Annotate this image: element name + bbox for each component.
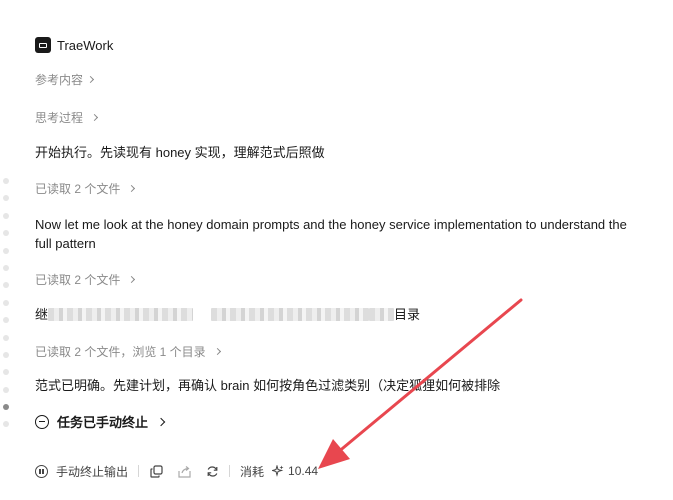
scroll-dot[interactable] bbox=[3, 178, 9, 184]
sparkle-icon bbox=[272, 465, 284, 477]
redacted-text bbox=[211, 308, 370, 321]
toolbar-divider bbox=[138, 465, 140, 477]
trae-logo-icon bbox=[35, 37, 51, 53]
scroll-dot[interactable] bbox=[3, 386, 9, 393]
scroll-dot[interactable] bbox=[3, 212, 9, 219]
scroll-dot[interactable] bbox=[3, 282, 9, 289]
redacted-text bbox=[369, 308, 395, 321]
share-icon[interactable] bbox=[177, 464, 191, 478]
chevron-right-icon bbox=[213, 347, 221, 356]
chevron-right-icon bbox=[128, 184, 136, 193]
assistant-message: Now let me look at the honey domain prom… bbox=[35, 215, 655, 253]
consume-value: 10.44 bbox=[288, 464, 319, 478]
read-files-label: 已读取 2 个文件，浏览 1 个目录 bbox=[35, 345, 206, 359]
reference-toggle[interactable]: 参考内容 bbox=[35, 71, 95, 88]
read-files-toggle[interactable]: 已读取 2 个文件 bbox=[35, 180, 136, 197]
thinking-label: 思考过程 bbox=[35, 111, 84, 125]
scroll-position-indicator[interactable] bbox=[3, 178, 11, 439]
message-line: Now let me look at the honey domain prom… bbox=[35, 217, 627, 232]
scroll-dot[interactable] bbox=[3, 317, 9, 324]
task-stopped-toggle[interactable]: 任务已手动终止 bbox=[35, 412, 166, 431]
thinking-toggle[interactable]: 思考过程 bbox=[35, 109, 99, 126]
stop-output-button[interactable]: 手动终止输出 bbox=[56, 463, 128, 480]
message-toolbar: 手动终止输出 消耗 10.44 bbox=[35, 462, 318, 480]
minus-circle-icon bbox=[35, 414, 49, 429]
message-suffix: 目录 bbox=[394, 307, 421, 322]
pause-icon[interactable] bbox=[35, 464, 48, 478]
assistant-message-redacted: 继 目录 bbox=[35, 305, 420, 324]
task-stopped-label: 任务已手动终止 bbox=[57, 415, 149, 430]
retry-icon[interactable] bbox=[205, 464, 219, 478]
scroll-dot[interactable] bbox=[3, 299, 9, 306]
scroll-dot[interactable] bbox=[3, 264, 9, 271]
copy-icon[interactable] bbox=[149, 464, 163, 478]
read-files-toggle[interactable]: 已读取 2 个文件 bbox=[35, 271, 136, 288]
chevron-right-icon bbox=[156, 417, 166, 426]
chevron-right-icon bbox=[128, 275, 136, 284]
chevron-right-icon bbox=[90, 113, 99, 122]
assistant-message: 范式已明确。先建计划，再确认 brain 如何按角色过滤类别（决定狐狸如何被排除 bbox=[35, 378, 501, 393]
read-files-toggle[interactable]: 已读取 2 个文件，浏览 1 个目录 bbox=[35, 343, 221, 360]
read-files-label: 已读取 2 个文件 bbox=[35, 182, 121, 196]
scroll-dot[interactable] bbox=[3, 351, 9, 358]
scroll-dot[interactable] bbox=[3, 369, 9, 376]
scroll-dot[interactable] bbox=[3, 421, 9, 428]
assistant-message: 开始执行。先读现有 honey 实现，理解范式后照做 bbox=[35, 145, 325, 160]
scroll-dot[interactable] bbox=[3, 195, 9, 202]
consume-label: 消耗 bbox=[240, 464, 265, 479]
read-files-label: 已读取 2 个文件 bbox=[35, 273, 121, 287]
redacted-text bbox=[48, 308, 194, 321]
message-line: full pattern bbox=[35, 236, 96, 251]
scroll-dot-active[interactable] bbox=[3, 404, 9, 411]
scroll-dot[interactable] bbox=[3, 230, 9, 237]
scroll-dot[interactable] bbox=[3, 334, 9, 341]
reference-label: 参考内容 bbox=[35, 73, 84, 87]
scroll-dot[interactable] bbox=[3, 247, 9, 254]
agent-header: TraeWork bbox=[35, 37, 113, 53]
app-name: TraeWork bbox=[57, 37, 114, 53]
toolbar-divider bbox=[229, 465, 231, 477]
message-prefix: 继 bbox=[35, 307, 49, 322]
chevron-right-icon bbox=[86, 75, 95, 84]
